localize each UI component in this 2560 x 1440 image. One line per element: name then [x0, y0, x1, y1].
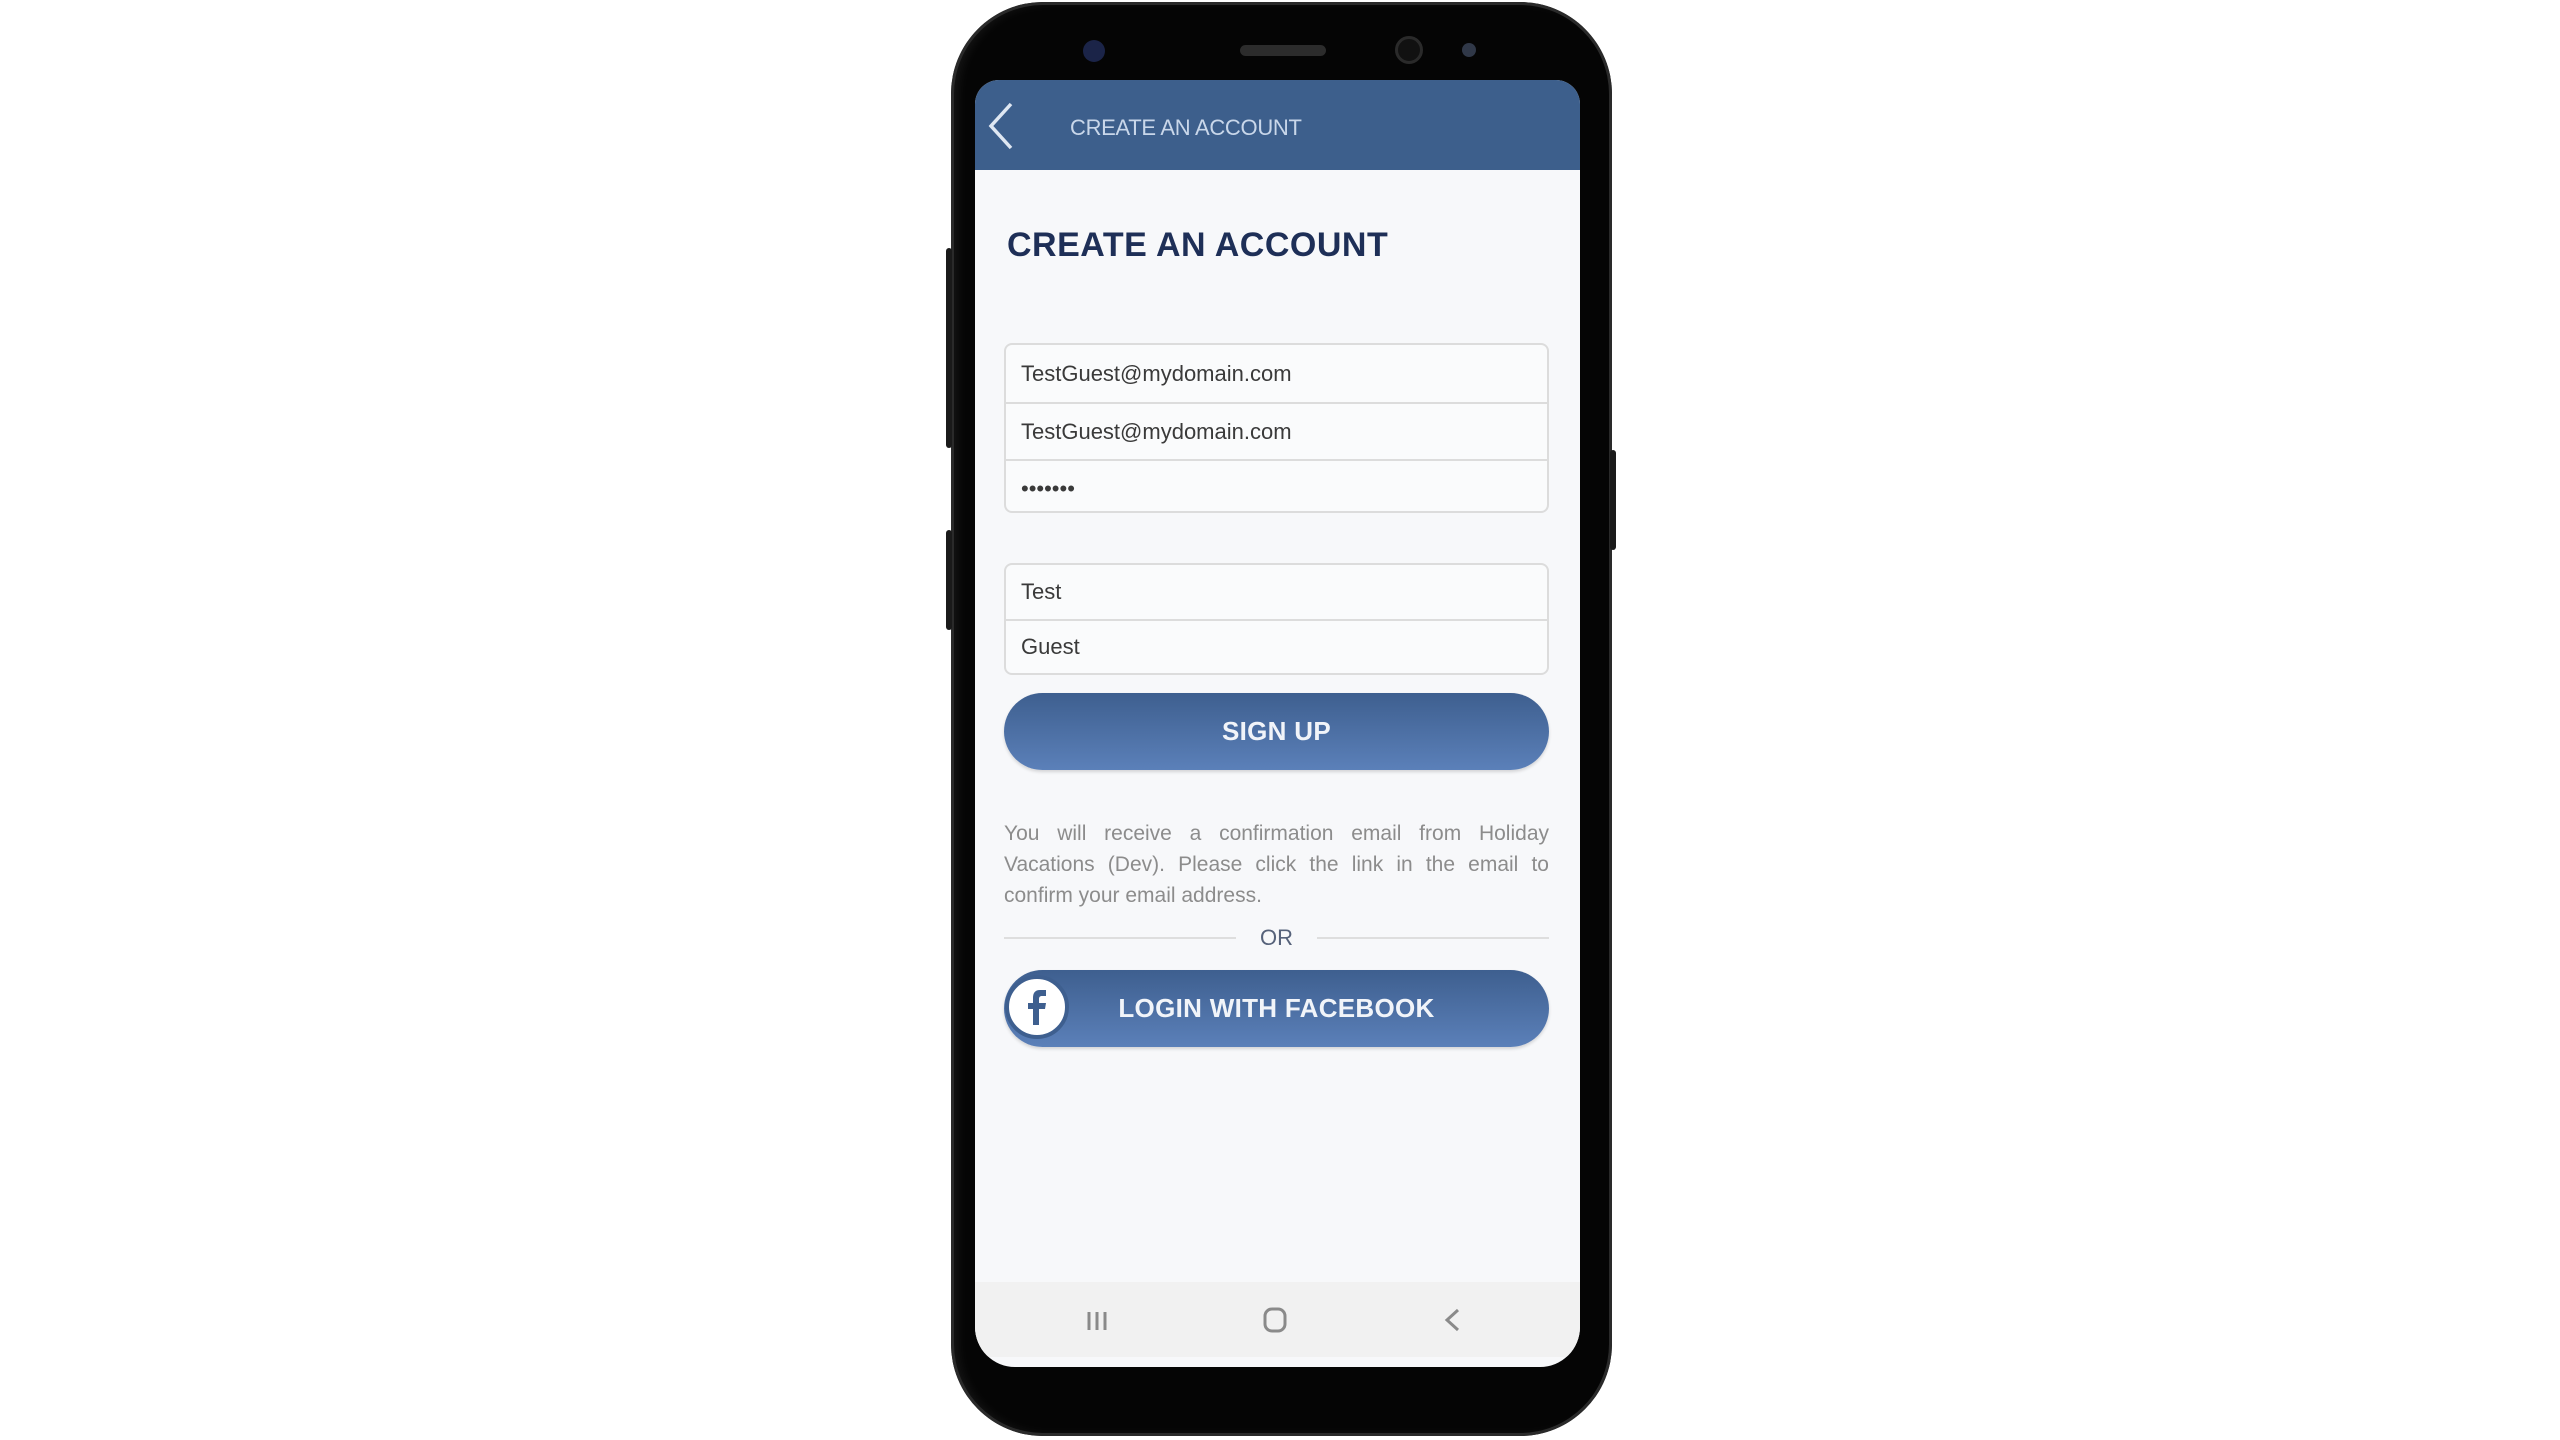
- facebook-icon: [1005, 975, 1069, 1039]
- facebook-button-label: LOGIN WITH FACEBOOK: [1118, 993, 1435, 1023]
- or-divider: OR: [1004, 925, 1549, 951]
- first-name-field[interactable]: [1006, 565, 1547, 619]
- app-header: CREATE AN ACCOUNT: [975, 80, 1580, 170]
- page-title: CREATE AN ACCOUNT: [1007, 226, 1389, 264]
- recents-icon: [1087, 1312, 1107, 1330]
- earpiece-speaker: [1240, 45, 1326, 56]
- last-name-field[interactable]: [1006, 619, 1547, 673]
- login-with-facebook-button[interactable]: LOGIN WITH FACEBOOK: [1004, 970, 1549, 1047]
- home-button[interactable]: [1255, 1302, 1295, 1338]
- divider-line-right: [1317, 937, 1549, 939]
- credentials-field-group: [1004, 343, 1549, 516]
- recents-button[interactable]: [1077, 1302, 1117, 1338]
- back-icon: [1444, 1308, 1460, 1332]
- header-title: CREATE AN ACCOUNT: [1070, 115, 1302, 140]
- password-field[interactable]: [1006, 459, 1547, 516]
- chevron-left-icon: [988, 102, 1013, 150]
- front-camera: [1395, 36, 1423, 64]
- home-icon: [1263, 1307, 1287, 1333]
- confirm-email-field[interactable]: [1006, 402, 1547, 459]
- system-navigation-bar: [975, 1282, 1580, 1357]
- confirmation-info-text: You will receive a confirmation email fr…: [1004, 822, 1549, 907]
- iris-sensor: [1083, 40, 1105, 62]
- app-screen: CREATE AN ACCOUNT CREATE AN ACCOUNT SIGN…: [975, 80, 1580, 1367]
- power-button: [1610, 450, 1616, 550]
- sign-up-button[interactable]: SIGN UP: [1004, 693, 1549, 770]
- proximity-sensor: [1462, 43, 1476, 57]
- system-back-button[interactable]: [1433, 1302, 1473, 1338]
- volume-button: [946, 530, 952, 630]
- email-field[interactable]: [1006, 345, 1547, 402]
- back-button[interactable]: [985, 100, 1025, 152]
- name-field-group: [1004, 563, 1549, 675]
- bixby-button: [946, 248, 952, 448]
